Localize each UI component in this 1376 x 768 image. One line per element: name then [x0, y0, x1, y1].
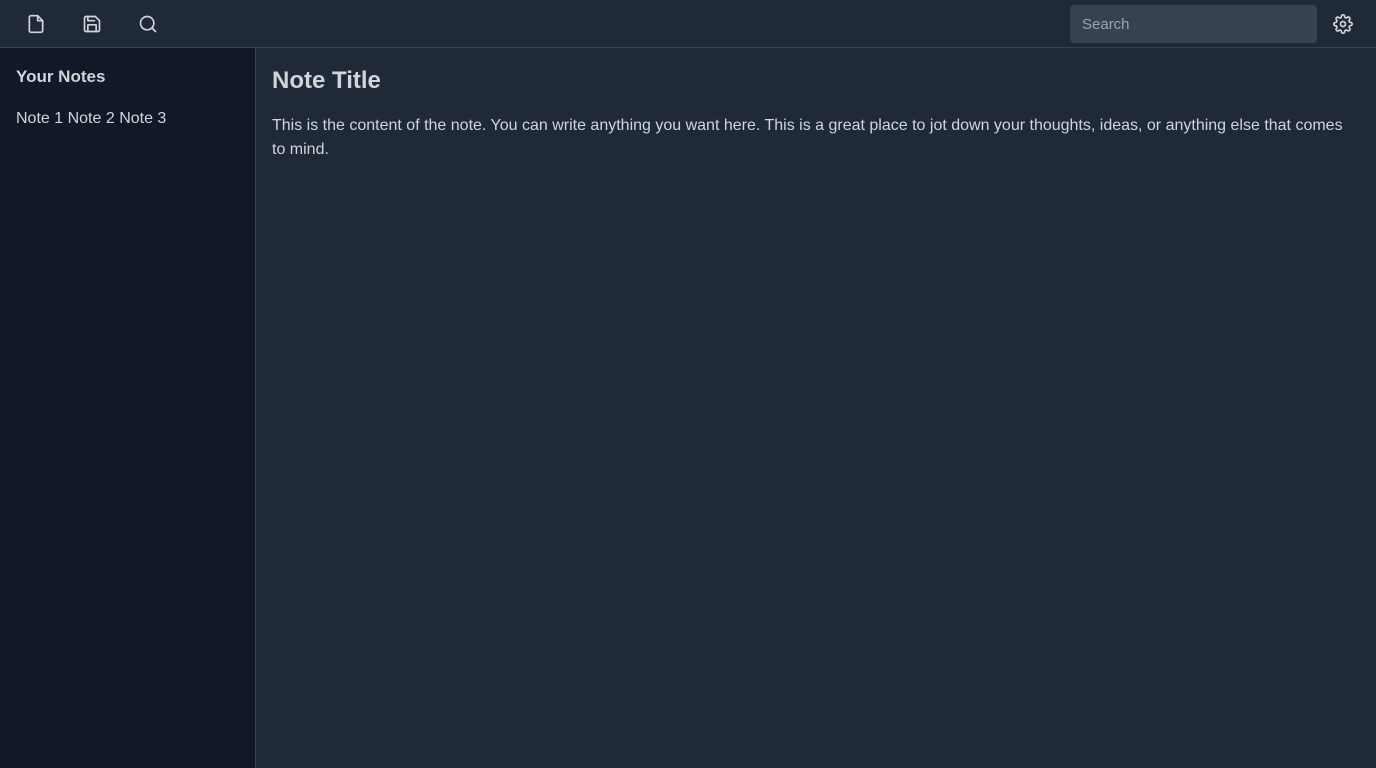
top-toolbar [0, 0, 1376, 48]
note-editor: Note Title This is the content of the no… [256, 48, 1376, 768]
settings-button[interactable] [1331, 12, 1355, 36]
note-list: Note 1 Note 2 Note 3 [16, 108, 239, 130]
file-icon [28, 14, 44, 34]
sidebar-title: Your Notes [16, 67, 106, 86]
search-button[interactable] [136, 12, 160, 36]
save-icon [83, 15, 101, 33]
save-note-button[interactable] [80, 12, 104, 36]
note-title[interactable]: Note Title [272, 66, 1360, 96]
note-list-item[interactable]: Note 2 [68, 110, 115, 127]
note-list-item[interactable]: Note 1 [16, 110, 63, 127]
search-icon [139, 15, 157, 33]
gear-icon [1333, 14, 1353, 34]
notes-sidebar: Your Notes Note 1 Note 2 Note 3 [0, 48, 256, 768]
note-list-item[interactable]: Note 3 [119, 110, 166, 127]
note-content[interactable]: This is the content of the note. You can… [272, 114, 1352, 162]
search-input[interactable] [1070, 5, 1317, 43]
new-note-button[interactable] [24, 12, 48, 36]
